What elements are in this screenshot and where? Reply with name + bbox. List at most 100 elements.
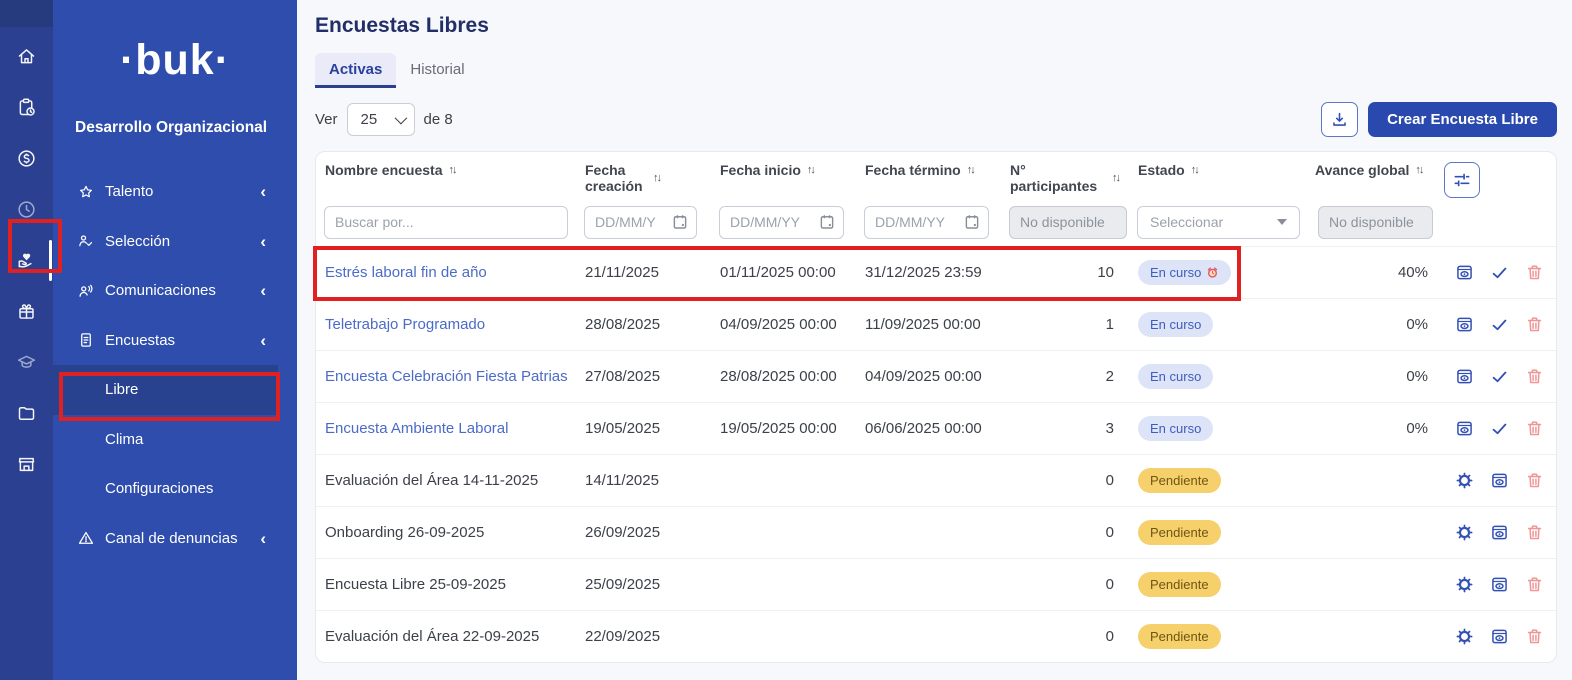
delete-button[interactable] bbox=[1524, 263, 1544, 283]
tab-historial[interactable]: Historial bbox=[396, 53, 478, 88]
rail-item-history[interactable] bbox=[0, 184, 53, 235]
gear-icon bbox=[1455, 471, 1474, 490]
sidebar-item-encuestas[interactable]: Encuestas ‹ bbox=[53, 316, 278, 366]
sort-icon[interactable] bbox=[967, 164, 974, 177]
approve-button[interactable] bbox=[1489, 367, 1509, 387]
rail-selection-indicator bbox=[49, 240, 52, 281]
trash-icon bbox=[1525, 315, 1544, 334]
sidebar-item-comunicaciones[interactable]: Comunicaciones ‹ bbox=[53, 266, 278, 316]
approve-button[interactable] bbox=[1489, 419, 1509, 439]
download-icon bbox=[1330, 110, 1349, 129]
preview-button[interactable] bbox=[1454, 263, 1474, 283]
sidebar-section-title: Desarrollo Organizacional bbox=[75, 119, 297, 137]
rail-item-marketplace[interactable] bbox=[0, 439, 53, 490]
approve-button[interactable] bbox=[1489, 315, 1509, 335]
sidebar-item-seleccion[interactable]: Selección ‹ bbox=[53, 217, 278, 267]
toolbar: Ver 25 de 8 Crear Encuesta Libre bbox=[315, 101, 1557, 137]
star-icon bbox=[77, 183, 95, 201]
rail-item-benefits-selected[interactable] bbox=[0, 235, 53, 286]
sidebar-item-configuraciones[interactable]: Configuraciones bbox=[53, 464, 278, 514]
chevron-left-icon: ‹ bbox=[260, 233, 266, 250]
preview-button[interactable] bbox=[1489, 523, 1509, 543]
eye-window-icon bbox=[1490, 627, 1509, 646]
fecha-termino-filter[interactable] bbox=[864, 206, 989, 239]
sidebar-item-libre[interactable]: Libre bbox=[53, 365, 278, 415]
avance-filter-disabled bbox=[1318, 206, 1433, 239]
sliders-icon bbox=[1452, 170, 1472, 190]
tab-activas[interactable]: Activas bbox=[315, 53, 396, 88]
col-estado[interactable]: Estado bbox=[1138, 162, 1185, 178]
preview-button[interactable] bbox=[1454, 419, 1474, 439]
icon-rail bbox=[0, 0, 53, 680]
search-input[interactable] bbox=[324, 206, 568, 239]
sidebar-item-canal-denuncias[interactable]: Canal de denuncias ‹ bbox=[53, 514, 278, 564]
estado-filter-select[interactable]: Seleccionar bbox=[1137, 206, 1300, 239]
col-fecha-creacion[interactable]: Fecha creación bbox=[585, 162, 647, 194]
col-fecha-termino[interactable]: Fecha término bbox=[865, 162, 961, 178]
rail-item-training[interactable] bbox=[0, 337, 53, 388]
pagesize-select[interactable]: 25 bbox=[347, 103, 415, 136]
table-filter-row: Seleccionar bbox=[316, 198, 1556, 246]
survey-name-link[interactable]: Encuesta Ambiente Laboral bbox=[325, 420, 508, 437]
rail-item-payments[interactable] bbox=[0, 133, 53, 184]
rail-item-home[interactable] bbox=[0, 31, 53, 82]
home-icon bbox=[16, 46, 37, 67]
sort-icon[interactable] bbox=[1415, 164, 1422, 177]
delete-button[interactable] bbox=[1524, 419, 1544, 439]
clipboard-clock-icon bbox=[16, 97, 37, 118]
fecha-creacion-filter[interactable] bbox=[584, 206, 697, 239]
table-row: Encuesta Ambiente Laboral 19/05/2025 19/… bbox=[316, 402, 1556, 454]
sort-icon[interactable] bbox=[807, 164, 814, 177]
chevron-left-icon: ‹ bbox=[260, 530, 266, 547]
preview-button[interactable] bbox=[1454, 367, 1474, 387]
delete-button[interactable] bbox=[1524, 471, 1544, 491]
gear-icon bbox=[1455, 627, 1474, 646]
survey-name-link[interactable]: Estrés laboral fin de año bbox=[325, 264, 487, 281]
col-fecha-inicio[interactable]: Fecha inicio bbox=[720, 162, 801, 178]
pagesize-label: Ver bbox=[315, 111, 338, 128]
settings-button[interactable] bbox=[1454, 575, 1474, 595]
trash-icon bbox=[1525, 627, 1544, 646]
settings-button[interactable] bbox=[1454, 627, 1474, 647]
delete-button[interactable] bbox=[1524, 575, 1544, 595]
rail-item-tasks[interactable] bbox=[0, 82, 53, 133]
sidebar-item-clima[interactable]: Clima bbox=[53, 415, 278, 465]
col-nombre-encuesta[interactable]: Nombre encuesta bbox=[325, 162, 442, 178]
rail-top-block bbox=[0, 0, 53, 27]
person-voice-icon bbox=[77, 282, 95, 300]
tabs: Activas Historial bbox=[315, 53, 1557, 88]
sort-icon[interactable] bbox=[1191, 164, 1198, 177]
document-icon bbox=[77, 331, 95, 349]
delete-button[interactable] bbox=[1524, 367, 1544, 387]
sort-icon[interactable] bbox=[448, 164, 455, 177]
approve-button[interactable] bbox=[1489, 263, 1509, 283]
table-row: Teletrabajo Programado 28/08/2025 04/09/… bbox=[316, 298, 1556, 350]
survey-name-link[interactable]: Encuesta Celebración Fiesta Patrias bbox=[325, 368, 568, 385]
gear-icon bbox=[1455, 575, 1474, 594]
delete-button[interactable] bbox=[1524, 523, 1544, 543]
person-check-icon bbox=[77, 232, 95, 250]
col-avance-global[interactable]: Avance global bbox=[1315, 162, 1409, 178]
download-button[interactable] bbox=[1321, 102, 1358, 137]
preview-button[interactable] bbox=[1489, 627, 1509, 647]
rail-item-gifts[interactable] bbox=[0, 286, 53, 337]
col-participantes[interactable]: N° participantes bbox=[1010, 162, 1106, 194]
preview-button[interactable] bbox=[1489, 575, 1509, 595]
column-settings-button[interactable] bbox=[1444, 162, 1480, 198]
sort-icon[interactable] bbox=[653, 172, 660, 185]
create-survey-button[interactable]: Crear Encuesta Libre bbox=[1368, 102, 1557, 137]
settings-button[interactable] bbox=[1454, 471, 1474, 491]
check-icon bbox=[1490, 367, 1509, 386]
delete-button[interactable] bbox=[1524, 627, 1544, 647]
sidebar-item-talento[interactable]: Talento ‹ bbox=[53, 167, 278, 217]
settings-button[interactable] bbox=[1454, 523, 1474, 543]
delete-button[interactable] bbox=[1524, 315, 1544, 335]
preview-button[interactable] bbox=[1489, 471, 1509, 491]
fecha-inicio-filter[interactable] bbox=[719, 206, 844, 239]
sort-icon[interactable] bbox=[1112, 172, 1119, 185]
survey-name-link[interactable]: Teletrabajo Programado bbox=[325, 316, 485, 333]
survey-name: Evaluación del Área 14-11-2025 bbox=[325, 472, 538, 489]
rail-item-documents[interactable] bbox=[0, 388, 53, 439]
table-row: Estrés laboral fin de año 21/11/2025 01/… bbox=[316, 246, 1556, 298]
preview-button[interactable] bbox=[1454, 315, 1474, 335]
